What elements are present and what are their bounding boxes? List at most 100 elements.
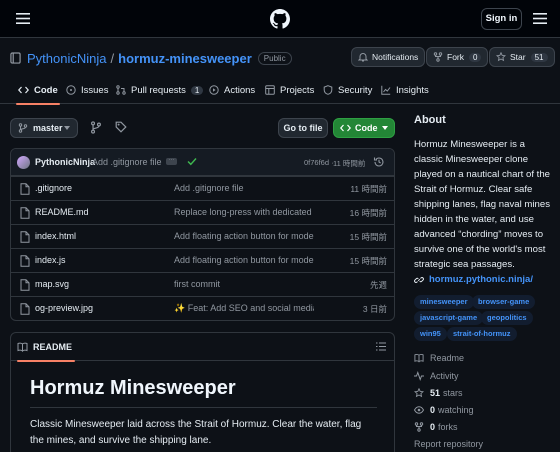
topic-tag[interactable]: minesweeper <box>414 295 474 309</box>
file-icon <box>20 279 30 291</box>
fork-icon <box>414 422 430 432</box>
readme-link-label: Readme <box>430 353 465 363</box>
notifications-label: Notifications <box>372 52 419 62</box>
file-name-link[interactable]: map.svg <box>35 279 69 289</box>
sign-in-button[interactable]: Sign in <box>481 8 522 30</box>
topic-tag[interactable]: browser-game <box>472 295 536 309</box>
readme-divider <box>30 407 377 408</box>
play-icon <box>209 85 224 95</box>
file-commit-message[interactable]: Add floating action button for mode ... <box>174 231 314 241</box>
commit-expand-button[interactable]: ··· <box>166 157 177 165</box>
commit-time: 11 時間前 <box>333 159 366 168</box>
file-name-link[interactable]: .gitignore <box>35 183 72 193</box>
code-dropdown-button[interactable]: Code <box>333 118 395 138</box>
readme-text: Classic Minesweeper laid across the Stra… <box>30 419 362 446</box>
issue-icon <box>66 85 81 95</box>
github-logo-icon[interactable] <box>270 9 290 29</box>
link-icon <box>414 275 424 285</box>
stars-label: stars <box>443 388 463 398</box>
go-to-file-button[interactable]: Go to file <box>278 118 328 138</box>
graph-icon <box>381 85 396 95</box>
check-icon[interactable] <box>187 157 197 166</box>
readme-tab[interactable]: README <box>17 333 76 362</box>
tab-issues[interactable]: Issues <box>66 76 108 104</box>
tab-security[interactable]: Security <box>323 76 372 104</box>
stars-link[interactable]: 51 stars <box>414 388 463 398</box>
avatar[interactable] <box>17 156 30 169</box>
file-icon <box>20 255 30 267</box>
repo-owner-link[interactable]: PythonicNinja <box>27 51 107 66</box>
tab-projects[interactable]: Projects <box>265 76 314 104</box>
topic-tag[interactable]: geopolitics <box>481 311 533 325</box>
watchers-link[interactable]: 0 watching <box>414 405 474 415</box>
readme-header: README <box>11 333 394 362</box>
table-row[interactable]: index.js Add floating action button for … <box>11 248 394 272</box>
forks-link[interactable]: 0 forks <box>414 422 458 432</box>
file-commit-message[interactable]: Replace long-press with dedicated fl... <box>174 207 314 217</box>
tab-code[interactable]: Code <box>16 76 60 105</box>
notifications-button[interactable]: Notifications <box>351 47 426 67</box>
commit-hash-link[interactable]: 0f76f6d · <box>304 158 334 167</box>
tab-insights[interactable]: Insights <box>381 76 429 104</box>
repo-separator: / <box>110 50 115 66</box>
watching-count: 0 <box>430 405 436 415</box>
file-commit-message[interactable]: Add floating action button for mode ... <box>174 255 314 265</box>
file-commit-time: 3 日前 <box>362 304 387 314</box>
pulse-icon <box>414 371 430 381</box>
file-commit-time: 先週 <box>369 280 387 290</box>
report-repository-link[interactable]: Report repository <box>414 439 483 449</box>
table-row[interactable]: index.html Add floating action button fo… <box>11 224 394 248</box>
table-icon <box>265 85 280 95</box>
file-commit-time: 16 時間前 <box>349 208 387 218</box>
tab-pull-requests[interactable]: Pull requests 1 <box>116 76 204 104</box>
commit-hash-text: 0f76f6d <box>304 158 330 167</box>
branch-select[interactable]: master <box>10 118 78 138</box>
fork-button[interactable]: Fork 0 <box>426 47 489 67</box>
fork-count: 0 <box>469 52 482 62</box>
bell-icon <box>358 52 372 62</box>
file-icon <box>20 207 30 219</box>
menu-icon[interactable] <box>533 13 547 24</box>
pull-request-icon <box>116 85 131 95</box>
repo-tabs: Code Issues Pull requests 1 Actions Proj… <box>0 76 560 105</box>
table-row[interactable]: .gitignore Add .gitignore file 11 時間前 <box>11 176 394 200</box>
file-name-link[interactable]: index.js <box>35 255 66 265</box>
history-icon[interactable] <box>373 156 385 168</box>
file-commit-message[interactable]: first commit <box>174 279 314 289</box>
file-commit-message[interactable]: Add .gitignore file <box>174 183 314 193</box>
readme-link[interactable]: Readme <box>414 353 464 363</box>
commit-author-link[interactable]: PythonicNinja <box>35 157 95 167</box>
list-icon[interactable] <box>376 342 386 351</box>
pull-requests-count: 1 <box>190 85 204 95</box>
code-icon <box>18 85 34 95</box>
file-commit-time: 15 時間前 <box>349 256 387 266</box>
file-name-link[interactable]: index.html <box>35 231 76 241</box>
file-name-link[interactable]: README.md <box>35 207 89 217</box>
chevron-down-icon <box>64 126 70 130</box>
tab-issues-label: Issues <box>81 84 109 96</box>
hamburger-icon[interactable] <box>16 13 30 24</box>
branches-icon[interactable] <box>90 121 102 134</box>
table-row[interactable]: og-preview.jpg ✨ Feat: Add SEO and socia… <box>11 296 394 320</box>
file-commit-message[interactable]: ✨ Feat: Add SEO and social media ... <box>174 303 314 314</box>
website-url: hormuz.pythonic.ninja/ <box>429 274 533 285</box>
table-row[interactable]: README.md Replace long-press with dedica… <box>11 200 394 224</box>
topic-tag[interactable]: javascript-game <box>414 311 484 325</box>
topic-tag[interactable]: win95 <box>414 327 447 341</box>
commit-message-link[interactable]: Add .gitignore file <box>92 157 162 167</box>
file-commit-time: 15 時間前 <box>349 232 387 242</box>
eye-icon <box>414 405 430 415</box>
branch-name: master <box>33 123 63 133</box>
website-link[interactable]: hormuz.pythonic.ninja/ <box>414 274 533 285</box>
tab-code-label: Code <box>34 84 58 96</box>
topic-tag[interactable]: strait-of-hormuz <box>447 327 517 341</box>
tab-actions[interactable]: Actions <box>209 76 255 104</box>
activity-link[interactable]: Activity <box>414 371 459 381</box>
star-button[interactable]: Star 51 <box>489 47 555 67</box>
table-row[interactable]: map.svg first commit 先週 <box>11 272 394 296</box>
tag-icon[interactable] <box>115 121 127 133</box>
watching-label: watching <box>438 405 474 415</box>
repo-name-link[interactable]: hormuz-minesweeper <box>118 51 252 66</box>
file-name-link[interactable]: og-preview.jpg <box>35 303 93 313</box>
file-icon <box>20 303 30 315</box>
